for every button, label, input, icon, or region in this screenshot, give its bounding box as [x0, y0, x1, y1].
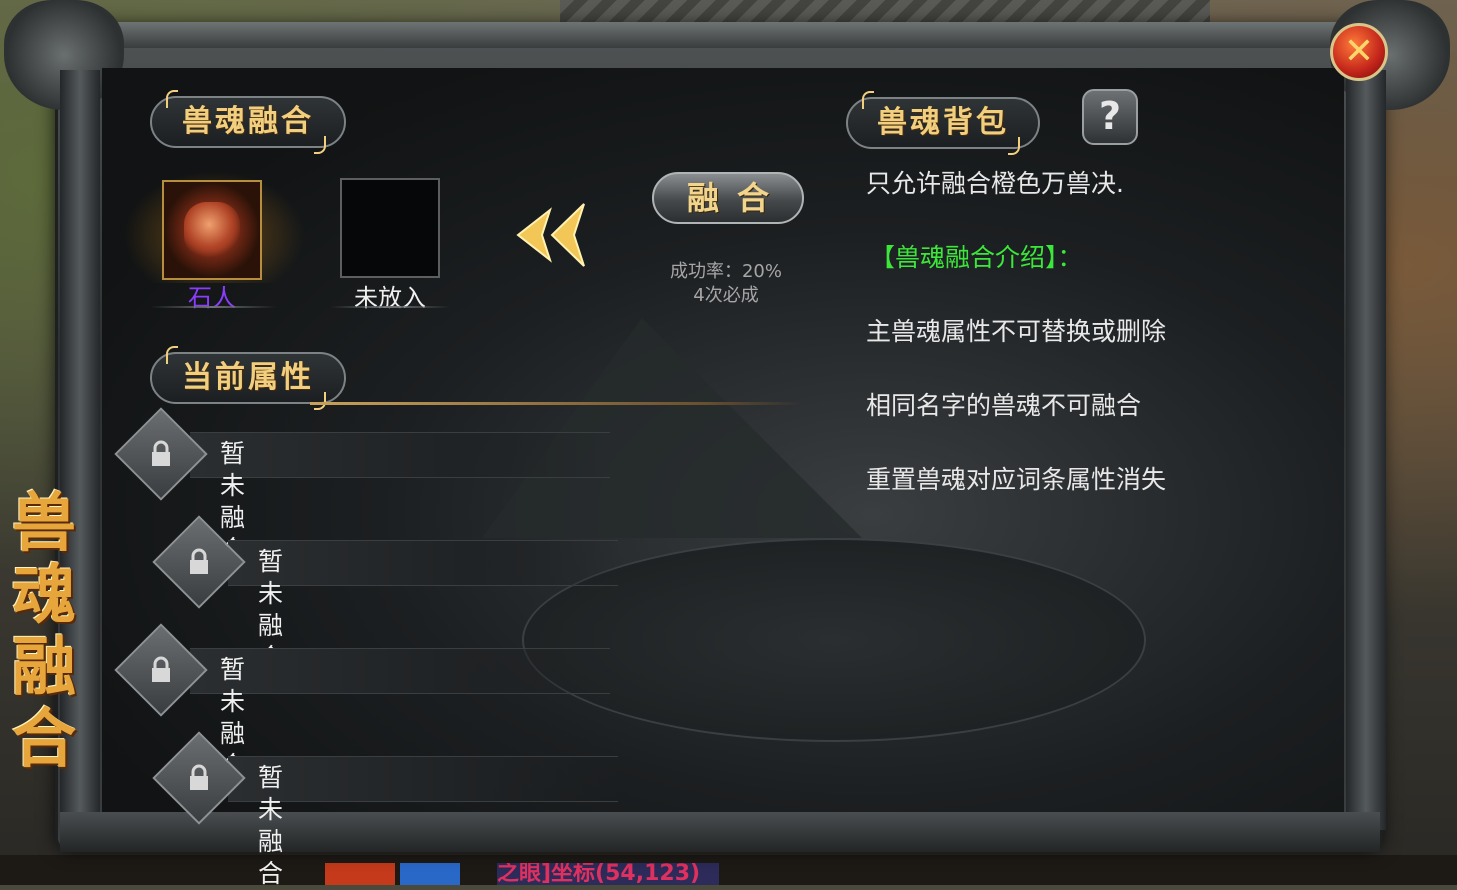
slot-underline	[330, 306, 450, 308]
side-title-char: 融	[12, 630, 76, 705]
bag-section-header: 兽魂背包	[846, 91, 1040, 155]
intro-title: 【兽魂融合介绍】：	[870, 243, 1083, 272]
attributes-section-header: 当前属性	[150, 346, 346, 410]
success-rate-info: 成功率：20% 4次必成	[636, 260, 816, 308]
slot-underline	[150, 306, 276, 308]
attributes-divider	[310, 402, 802, 405]
attribute-row-label: 暂未融合	[258, 763, 284, 888]
frame-pillar-right	[1346, 70, 1386, 830]
secondary-beast-slot[interactable]	[340, 178, 440, 278]
hud-bottom-strip	[0, 855, 1457, 885]
hud-hp-orb	[325, 863, 395, 885]
mountain-backdrop	[482, 318, 862, 538]
side-title-char: 合	[12, 702, 76, 777]
padlock-icon	[152, 656, 170, 682]
attempts-text: 4次必成	[693, 285, 759, 306]
side-title: 兽 魂 融 合	[4, 488, 84, 776]
close-icon: ✕	[1343, 31, 1375, 72]
rule-item: 相同名字的兽魂不可融合	[866, 391, 1142, 420]
padlock-icon	[152, 440, 170, 466]
attribute-row-bar	[190, 432, 610, 478]
padlock-icon	[190, 764, 208, 790]
help-button[interactable]: ?	[1082, 89, 1138, 145]
fuse-button[interactable]: 融合	[652, 172, 804, 224]
hud-location-text: 之眼]坐标(54,123)	[497, 863, 719, 885]
rule-item: 重置兽魂对应词条属性消失	[866, 465, 1167, 494]
bag-notice: 只允许融合橙色万兽决.	[866, 169, 1124, 198]
hud-mp-orb	[400, 863, 460, 885]
main-beast-slot[interactable]	[162, 180, 262, 280]
success-rate-text: 成功率：20%	[669, 261, 782, 282]
padlock-icon	[190, 548, 208, 574]
side-title-char: 魂	[12, 558, 76, 633]
fusion-section-header: 兽魂融合	[150, 90, 346, 154]
attribute-row-bar	[190, 648, 610, 694]
attribute-row-bar	[228, 540, 618, 586]
attribute-row-bar	[228, 756, 618, 802]
close-button[interactable]: ✕	[1330, 23, 1388, 81]
window-frame-top	[60, 22, 1380, 48]
stone-golem-icon	[184, 202, 240, 258]
double-chevron-left-icon	[516, 203, 585, 267]
side-title-char: 兽	[12, 486, 76, 561]
rule-item: 主兽魂属性不可替换或删除	[866, 317, 1167, 346]
